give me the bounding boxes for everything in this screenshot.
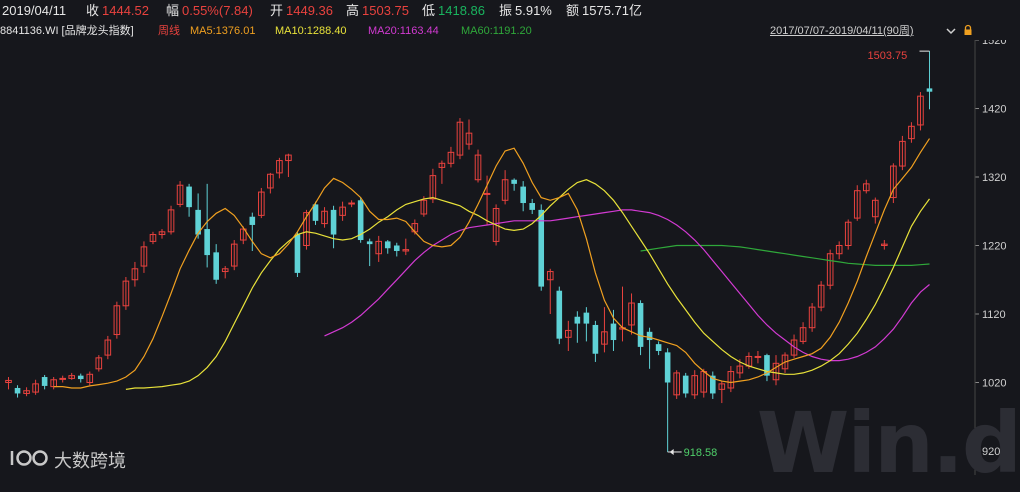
indicator-legend: 8841136.WI [品牌龙头指数] 周线 MA5:1376.01 MA10:… — [0, 22, 1020, 40]
y-tick-label: 1420 — [982, 104, 1006, 116]
candle-body-down — [646, 331, 653, 341]
ma5-line — [53, 138, 931, 389]
amplitude-value: 5.91% — [515, 3, 552, 18]
brand-logo-text: 大数跨境 — [54, 451, 126, 471]
candle-body-down — [186, 186, 192, 208]
low-annotation: 918.58 — [684, 447, 718, 459]
candle-body-down — [393, 245, 400, 251]
candle-body-up — [59, 377, 66, 380]
candle-body-up — [754, 355, 762, 358]
moving-average-lines — [53, 138, 931, 390]
y-tick-label: 1220 — [982, 241, 1006, 253]
candle-body-down — [556, 290, 563, 339]
lock-icon[interactable] — [962, 24, 974, 36]
change-value: 0.55%(7.84) — [182, 3, 253, 18]
candle-body-down — [592, 324, 599, 354]
low-marker-arrow — [669, 448, 674, 455]
y-tick-label: 1520 — [982, 40, 1006, 47]
candle-body-down — [610, 323, 617, 341]
candle-body-down — [204, 229, 210, 256]
open-label: 开 — [270, 3, 284, 18]
candle-body-up — [348, 202, 355, 205]
low-value: 1418.86 — [438, 3, 485, 18]
amount-value: 1575.71亿 — [582, 3, 642, 18]
candle-body-down — [682, 375, 689, 394]
candle-body-down — [655, 344, 662, 351]
amount-label: 额 — [566, 3, 580, 18]
open-value: 1449.36 — [286, 3, 333, 18]
high-annotation: 1503.75 — [867, 50, 907, 62]
watermark: Win.d — [756, 394, 1020, 492]
candle-body-down — [637, 303, 644, 347]
candle-body-down — [583, 312, 590, 324]
candle-body-down — [14, 387, 21, 394]
high-label: 高 — [346, 3, 360, 18]
ma5-legend: MA5:1376.01 — [190, 25, 256, 37]
candle-body-down — [366, 241, 373, 245]
candle-body-down — [294, 234, 301, 273]
period-label[interactable]: 周线 — [158, 22, 180, 40]
y-tick-label: 1320 — [982, 172, 1006, 184]
change-label: 幅 — [166, 3, 180, 18]
chevron-down-icon[interactable] — [945, 25, 957, 37]
candle-body-down — [249, 216, 256, 225]
candle-body-down — [520, 186, 526, 204]
ma60-line — [640, 244, 930, 266]
candle-body-down — [926, 88, 933, 92]
candle-body-up — [483, 192, 491, 195]
high-value: 1503.75 — [362, 3, 409, 18]
candle-body-down — [41, 377, 48, 386]
ma20-legend: MA20:1163.44 — [368, 25, 439, 37]
close-value: 1444.52 — [102, 3, 149, 18]
ma60-legend: MA60:1191.20 — [461, 25, 532, 37]
y-tick-label: 1120 — [982, 309, 1006, 321]
candle-body-down — [213, 252, 219, 280]
ma10-line — [125, 179, 930, 390]
close-label: 收 — [86, 3, 100, 18]
candle-body-down — [330, 209, 337, 235]
date-range[interactable]: 2017/07/07-2019/04/11(90周) — [770, 22, 914, 40]
candle-body-down — [664, 352, 671, 383]
amplitude-label: 振 — [499, 3, 513, 18]
candle-body-down — [529, 203, 536, 210]
candle-body-down — [574, 316, 581, 324]
low-label: 低 — [422, 3, 436, 18]
candle-body-down — [77, 375, 84, 380]
quote-toolbar: 2019/04/11 收 1444.52 幅 0.55%(7.84) 开 144… — [0, 0, 1020, 22]
candle-series — [5, 51, 933, 452]
ma10-legend: MA10:1288.40 — [275, 25, 347, 37]
y-tick-label: 1020 — [982, 378, 1006, 390]
brand-logo: 大数跨境 — [8, 445, 158, 471]
quote-date: 2019/04/11 — [2, 3, 67, 18]
security-code: 8841136.WI [品牌龙头指数] — [0, 25, 134, 37]
candle-body-down — [511, 179, 517, 184]
candle-body-down — [384, 241, 391, 249]
brand-logo-icon — [10, 450, 48, 466]
